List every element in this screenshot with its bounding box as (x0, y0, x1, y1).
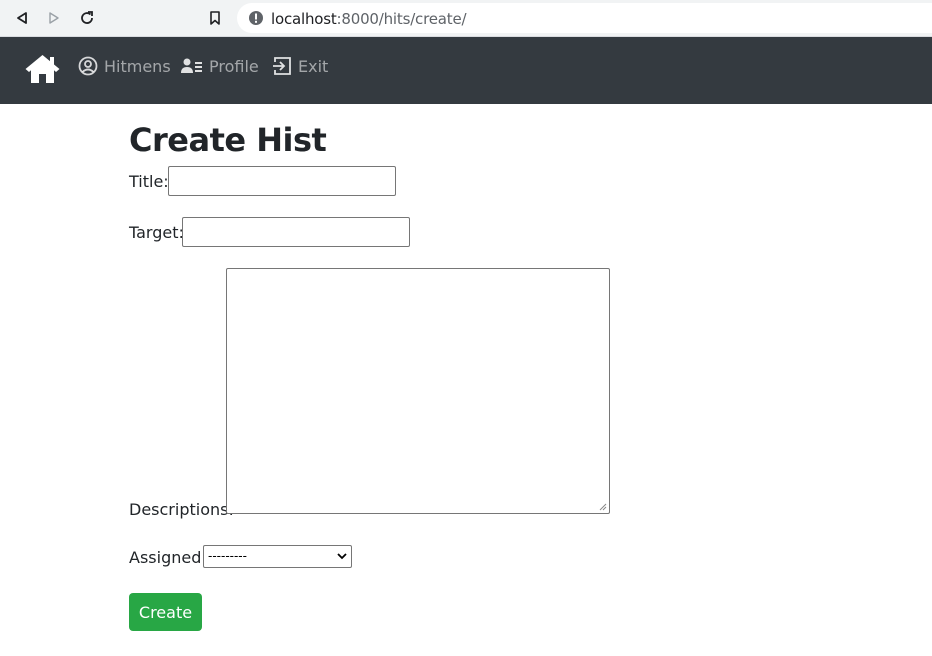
url-host: localhost (271, 10, 337, 28)
home-icon[interactable] (24, 53, 61, 85)
url-path: :8000/hits/create/ (336, 10, 467, 28)
user-list-icon (181, 58, 202, 73)
target-label: Target: (129, 223, 184, 242)
target-input[interactable] (182, 217, 410, 247)
title-label: Title: (129, 172, 169, 191)
descriptions-label: Descriptions: (129, 500, 234, 519)
create-button[interactable]: Create (129, 593, 202, 631)
navbar: Hitmens Profile Exit (0, 37, 932, 104)
nav-exit[interactable]: Exit (272, 55, 328, 77)
user-circle-icon (78, 56, 98, 76)
browser-toolbar: localhost:8000/hits/create/ (0, 0, 932, 37)
nav-exit-label: Exit (298, 56, 329, 76)
title-input[interactable] (168, 166, 396, 196)
descriptions-textarea[interactable] (226, 268, 610, 514)
nav-hitmens-label: Hitmens (104, 56, 171, 76)
assigned-label: Assigned: (129, 548, 207, 567)
nav-hitmens[interactable]: Hitmens (78, 55, 171, 77)
exit-icon (273, 57, 291, 75)
address-bar[interactable]: localhost:8000/hits/create/ (237, 3, 932, 33)
bookmark-icon[interactable] (205, 8, 225, 28)
back-arrow-icon[interactable] (12, 8, 32, 28)
nav-profile[interactable]: Profile (181, 55, 259, 77)
reload-icon[interactable] (77, 8, 97, 28)
forward-arrow-icon[interactable] (44, 8, 64, 28)
chevron-down-icon (337, 553, 347, 560)
assigned-selected-value: --------- (208, 548, 247, 563)
url-text[interactable]: localhost:8000/hits/create/ (271, 10, 467, 28)
assigned-select[interactable]: --------- (203, 545, 352, 568)
nav-profile-label: Profile (209, 56, 259, 76)
resize-grip-icon[interactable] (599, 503, 607, 511)
page-title: Create Hist (129, 121, 327, 159)
info-icon[interactable] (248, 10, 264, 26)
